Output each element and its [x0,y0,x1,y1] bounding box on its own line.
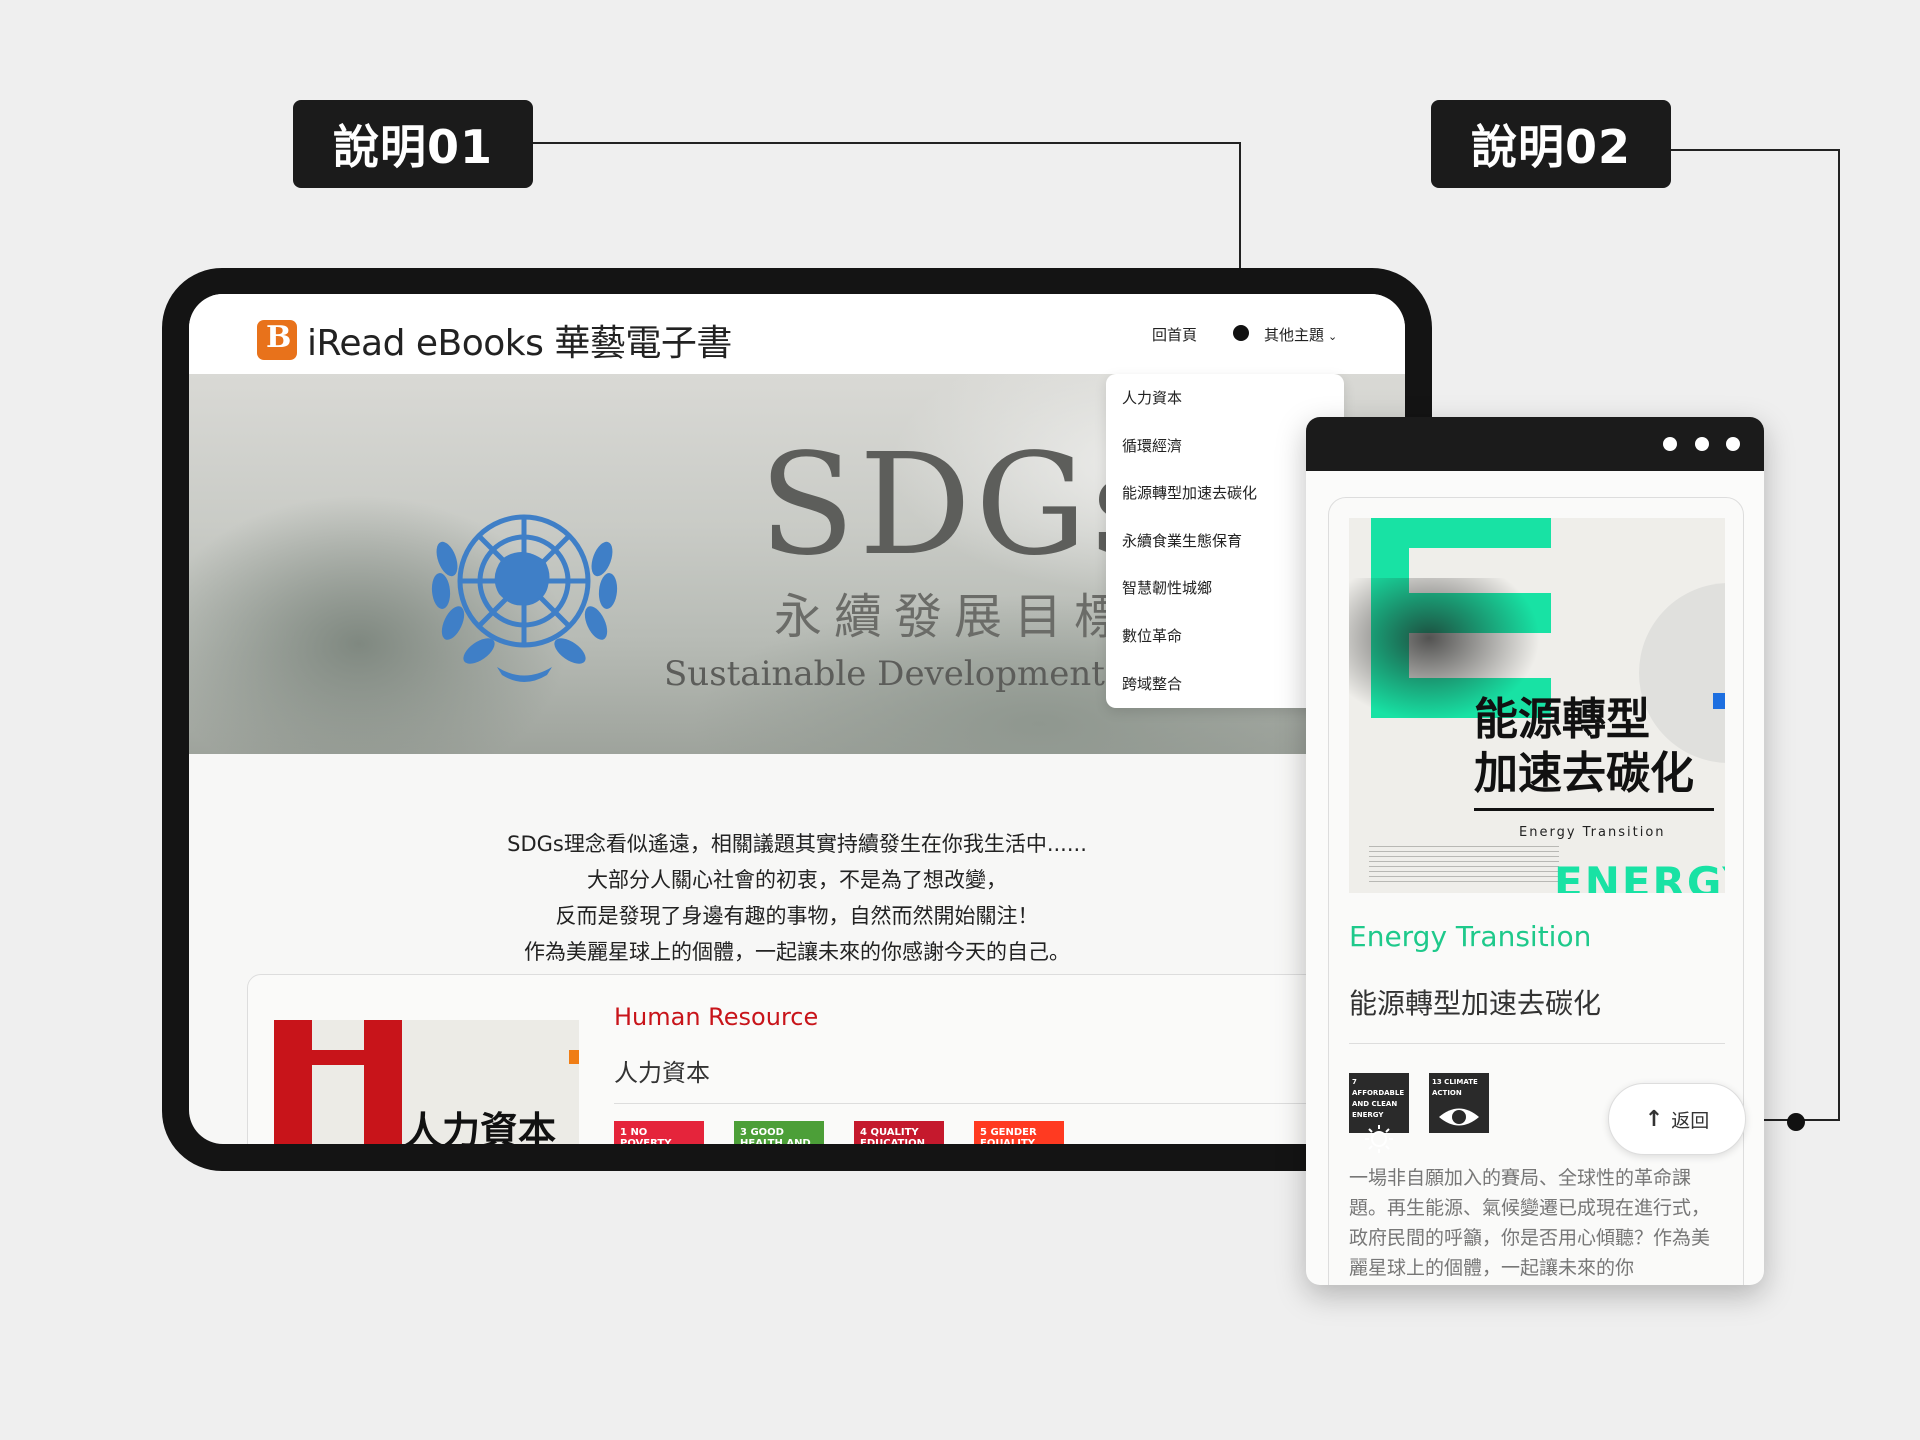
cover-title-line: 能源轉型 [1474,694,1650,745]
topic-card-cover-image[interactable]: 人力資本 [274,1020,579,1144]
intro-line: 作為美麗星球上的個體，一起讓未來的你感謝今天的自己。 [524,940,1070,964]
top-navbar: B iRead eBooks 華藝電子書 回首頁 其他主題 ⌄ [189,294,1405,374]
cover-accent-mark [1713,693,1725,709]
callout-label-01: 說明01 [293,100,533,188]
intro-line: SDGs理念看似遙遠，相關議題其實持續發生在你我生活中...... [507,832,1087,856]
sdg-4-icon: 4 QUALITY EDUCATION [854,1121,944,1144]
intro-text: SDGs理念看似遙遠，相關議題其實持續發生在你我生活中...... 大部分人關心… [189,826,1405,970]
brand-name: iRead eBooks 華藝電子書 [307,323,732,364]
connector-end-dot [1787,1113,1805,1131]
topic-card-cover-image[interactable]: 能源轉型 加速去碳化 Energy Transition ENERGY [1349,518,1725,893]
back-to-top-label: 返回 [1671,1109,1710,1132]
tablet-frame: B iRead eBooks 華藝電子書 回首頁 其他主題 ⌄ SDGs 永續發… [162,268,1432,1171]
window-dot-icon [1726,437,1740,451]
chevron-down-icon: ⌄ [1328,330,1338,343]
topic-card-description: 一場非自願加入的賽局、全球性的革命課題。再生能源、氣候變遷已成現在進行式，政府民… [1349,1167,1711,1279]
cover-letter-h [274,1020,402,1144]
window-dot-icon [1695,437,1709,451]
cover-title-line: 加速去碳化 [1474,748,1694,799]
sdg-13-icon: 13 CLIMATE ACTION [1429,1073,1489,1133]
topic-card-title-zh: 能源轉型加速去碳化 [1349,987,1602,1020]
intro-line: 反而是發現了身邊有趣的事物，自然而然開始關注！ [555,904,1039,928]
sun-icon [1365,1125,1393,1153]
cover-accent-mark [569,1050,579,1064]
sdg-7-icon: 7 AFFORDABLE AND CLEAN ENERGY [1349,1073,1409,1153]
topic-card-energy-transition[interactable]: 能源轉型 加速去碳化 Energy Transition ENERGY Ener… [1328,497,1744,1285]
phone-window-bar [1306,417,1764,471]
cover-title: 人力資本 [404,1109,557,1144]
topic-card-title-en[interactable]: Human Resource [614,1003,818,1031]
sdg-7-label: 7 AFFORDABLE AND CLEAN ENERGY [1352,1078,1405,1119]
un-emblem-icon [431,514,618,682]
brand-logo-icon: B [257,320,297,360]
sdg-5-icon: 5 GENDER EQUALITY [974,1121,1064,1144]
cover-title: 能源轉型 加速去碳化 [1474,693,1694,801]
cover-subtitle: Energy Transition [1519,825,1666,840]
arrow-up-icon: ↑ [1644,1106,1664,1132]
cover-underline [1474,808,1714,811]
topic-card-human-resource[interactable]: 人力資本 Human Resource 人力資本 1 NO POVERTY 3 … [247,974,1405,1144]
intro-line: 大部分人關心社會的初衷，不是為了想改變， [587,868,1007,892]
nav-other-topics-label: 其他主題 [1264,326,1325,344]
brand-logo-mark: B [266,320,292,355]
sdg-1-icon: 1 NO POVERTY [614,1121,704,1144]
sdg-3-icon: 3 GOOD HEALTH AND WELL-BEING [734,1121,824,1144]
window-dot-icon [1663,437,1677,451]
divider [614,1103,1405,1104]
hero-subtitle-zh: 永續發展目標 [774,589,1135,645]
callout-label-02: 說明02 [1431,100,1671,188]
sdg-13-label: 13 CLIMATE ACTION [1432,1078,1478,1097]
nav-other-topics-menu[interactable]: 其他主題 ⌄ [1264,324,1337,345]
brand-logo[interactable]: B iRead eBooks 華藝電子書 [257,314,732,366]
back-to-top-button[interactable]: ↑ 返回 [1608,1083,1746,1155]
cover-fine-print [1369,846,1559,886]
eye-globe-icon [1439,1108,1479,1126]
divider [1349,1043,1725,1044]
cover-word: ENERGY [1554,858,1725,893]
nav-home-link[interactable]: 回首頁 [1152,324,1197,345]
topic-card-title-zh: 人力資本 [614,1059,710,1087]
topic-card-title-en[interactable]: Energy Transition [1349,920,1591,953]
tablet-screen: B iRead eBooks 華藝電子書 回首頁 其他主題 ⌄ SDGs 永續發… [189,294,1405,1144]
connector-end-dot [1233,325,1249,341]
